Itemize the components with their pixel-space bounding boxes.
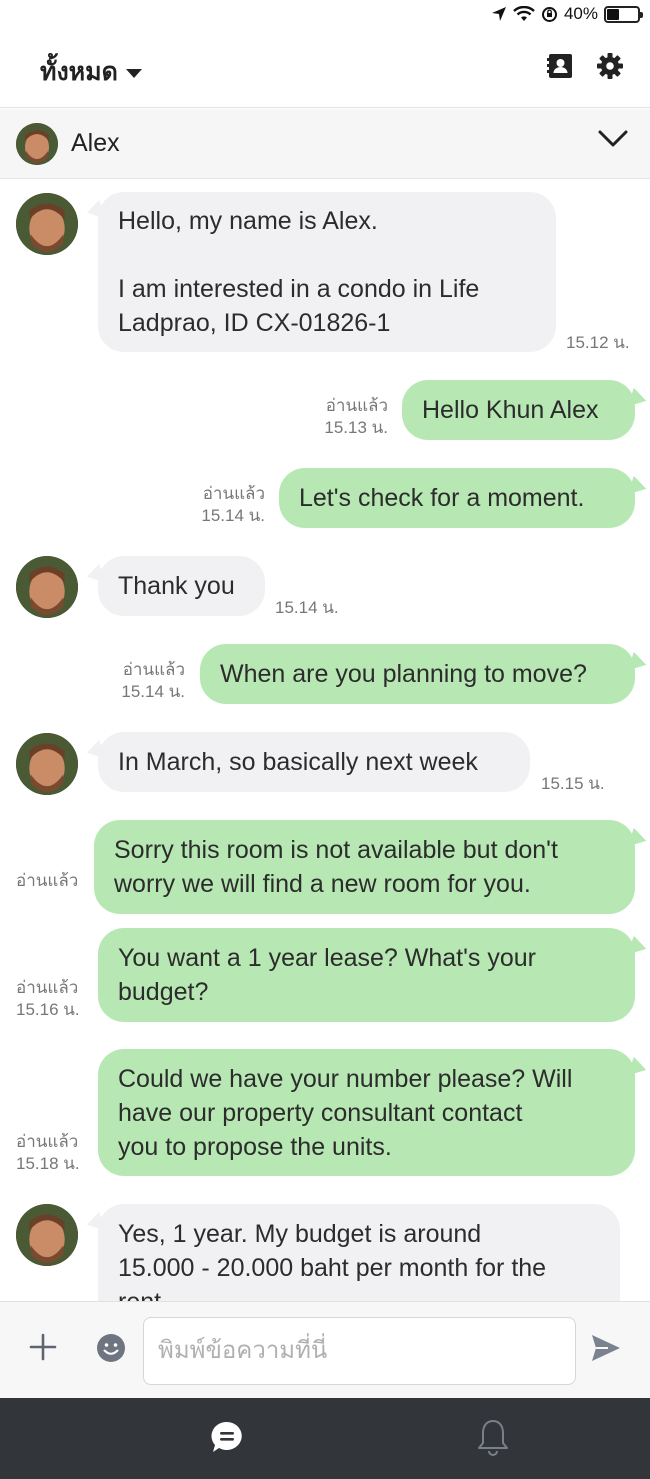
message-text: Let's check for a moment. bbox=[299, 484, 585, 512]
message-time: 15.18 น. bbox=[16, 1154, 80, 1173]
app-header: ทั้งหมด bbox=[0, 32, 650, 108]
message-meta: อ่านแล้ว 15.13 น. bbox=[324, 395, 388, 439]
message-time: 15.14 น. bbox=[121, 682, 185, 701]
read-receipt: อ่านแล้ว bbox=[325, 396, 388, 415]
message-line: I am interested in a condo in Life bbox=[118, 275, 480, 303]
chat-messages[interactable]: Hello, my name is Alex. I am interested … bbox=[0, 180, 650, 1301]
message-line: You want a 1 year lease? What's your bbox=[118, 944, 536, 972]
read-receipt: อ่านแล้ว bbox=[16, 871, 79, 890]
message-time: 15.14 น. bbox=[275, 598, 339, 617]
message-bubble-outgoing[interactable]: Hello Khun Alex bbox=[402, 380, 635, 440]
message-line: Ladprao, ID CX-01826-1 bbox=[118, 309, 391, 337]
message-line: have our property consultant contact bbox=[118, 1099, 523, 1127]
message-time: 15.14 น. bbox=[201, 506, 265, 525]
message-input[interactable] bbox=[143, 1317, 576, 1385]
message-bubble-incoming[interactable]: Thank you bbox=[98, 556, 265, 616]
message-composer bbox=[0, 1301, 650, 1398]
message-line: you to propose the units. bbox=[118, 1133, 392, 1161]
battery-percent: 40% bbox=[563, 4, 598, 23]
message-text: Hello Khun Alex bbox=[422, 396, 599, 424]
chat-bubble-icon[interactable] bbox=[210, 1420, 244, 1454]
orientation-lock-icon bbox=[541, 6, 557, 22]
message-line-blank bbox=[118, 238, 536, 272]
message-bubble-outgoing[interactable]: You want a 1 year lease? What's your bud… bbox=[98, 928, 635, 1022]
read-receipt: อ่านแล้ว bbox=[16, 1132, 79, 1151]
message-line: Could we have your number please? Will bbox=[118, 1065, 573, 1093]
conversation-bar[interactable]: Alex bbox=[0, 109, 650, 179]
message-time: 15.15 น. bbox=[541, 774, 605, 793]
plus-icon[interactable] bbox=[28, 1332, 58, 1362]
caret-down-icon bbox=[125, 68, 142, 78]
message-text: Thank you bbox=[118, 572, 235, 600]
message-line: rent. bbox=[118, 1285, 600, 1301]
message-meta: อ่านแล้ว 15.16 น. bbox=[16, 977, 80, 1021]
message-bubble-outgoing[interactable]: Let's check for a moment. bbox=[279, 468, 635, 528]
read-receipt: อ่านแล้ว bbox=[202, 484, 265, 503]
message-time: 15.13 น. bbox=[324, 418, 388, 437]
status-bar: 40% bbox=[0, 0, 650, 32]
battery-icon bbox=[604, 5, 643, 23]
status-indicators: 40% bbox=[491, 4, 643, 24]
message-text: When are you planning to move? bbox=[220, 660, 587, 688]
message-time: 15.16 น. bbox=[16, 1000, 80, 1019]
send-icon[interactable] bbox=[590, 1332, 622, 1364]
filter-label: ทั้งหมด bbox=[40, 58, 118, 86]
message-meta: อ่านแล้ว 15.14 น. bbox=[121, 659, 185, 703]
message-line: 15.000 - 20.000 baht per month for the bbox=[118, 1254, 547, 1282]
avatar bbox=[16, 123, 58, 165]
contact-card-icon[interactable] bbox=[546, 52, 574, 80]
chevron-down-icon[interactable] bbox=[598, 129, 628, 149]
message-bubble-outgoing[interactable]: Sorry this room is not available but don… bbox=[94, 820, 635, 914]
message-time: 15.12 น. bbox=[566, 333, 630, 352]
wifi-icon bbox=[513, 6, 535, 21]
bell-icon[interactable] bbox=[476, 1418, 510, 1456]
emoji-icon[interactable] bbox=[96, 1333, 126, 1363]
gear-icon[interactable] bbox=[596, 52, 624, 80]
message-meta: อ่านแล้ว 15.14 น. bbox=[201, 483, 265, 527]
avatar[interactable] bbox=[16, 733, 78, 795]
read-receipt: อ่านแล้ว bbox=[122, 660, 185, 679]
message-line: worry we will find a new room for you. bbox=[114, 870, 531, 898]
message-meta: อ่านแล้ว bbox=[16, 870, 78, 892]
message-bubble-incoming[interactable]: In March, so basically next week bbox=[98, 732, 530, 792]
message-text: In March, so basically next week bbox=[118, 748, 478, 776]
message-line: Hello, my name is Alex. bbox=[118, 207, 378, 235]
avatar[interactable] bbox=[16, 556, 78, 618]
message-bubble-incoming[interactable]: Yes, 1 year. My budget is around 15.000 … bbox=[98, 1204, 620, 1301]
message-bubble-outgoing[interactable]: When are you planning to move? bbox=[200, 644, 635, 704]
message-line: Yes, 1 year. My budget is around bbox=[118, 1220, 482, 1248]
message-bubble-outgoing[interactable]: Could we have your number please? Will h… bbox=[98, 1049, 635, 1176]
header-actions bbox=[546, 52, 624, 80]
location-arrow-icon bbox=[491, 7, 506, 21]
battery-level bbox=[607, 8, 619, 20]
filter-dropdown[interactable]: ทั้งหมด bbox=[40, 52, 142, 92]
message-line: budget? bbox=[118, 978, 209, 1006]
message-meta: อ่านแล้ว 15.18 น. bbox=[16, 1131, 80, 1175]
read-receipt: อ่านแล้ว bbox=[16, 978, 79, 997]
message-bubble-incoming[interactable]: Hello, my name is Alex. I am interested … bbox=[98, 192, 556, 352]
conversation-name: Alex bbox=[71, 129, 120, 157]
avatar[interactable] bbox=[16, 193, 78, 255]
avatar[interactable] bbox=[16, 1204, 78, 1266]
bottom-nav bbox=[0, 1398, 650, 1479]
message-line: Sorry this room is not available but don… bbox=[114, 836, 558, 864]
